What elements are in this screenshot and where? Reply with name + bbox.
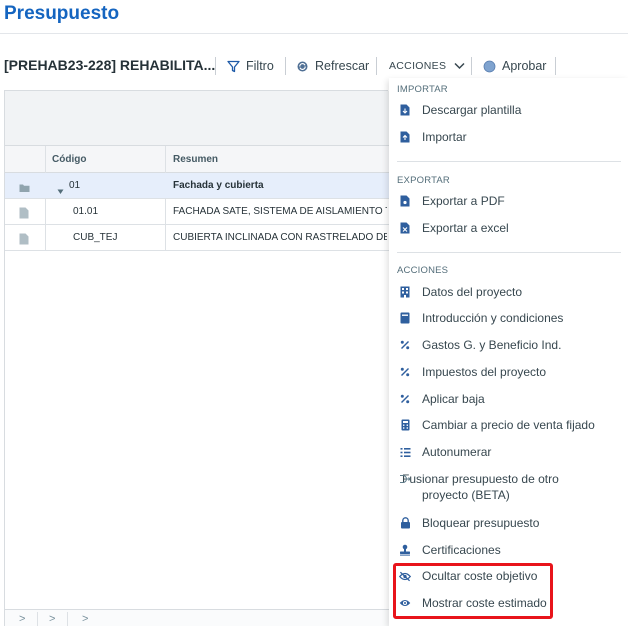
menu-item-cambiar-precio-venta[interactable]: Cambiar a precio de venta fijado [399, 417, 625, 433]
chevron-down-icon [454, 62, 465, 70]
toolbar-divider [215, 57, 216, 75]
column-header-summary[interactable]: Resumen [173, 154, 218, 165]
menu-item-datos-proyecto[interactable]: Datos del proyecto [399, 284, 625, 300]
page-title: Presupuesto [4, 3, 120, 24]
approve-button[interactable]: Aprobar [483, 56, 546, 76]
building-icon [399, 286, 411, 298]
toolbar-divider [555, 57, 556, 75]
calculator-icon [399, 419, 411, 431]
percent-icon [399, 393, 411, 405]
toolbar-divider [376, 57, 377, 75]
menu-item-impuestos-proyecto[interactable]: Impuestos del proyecto [399, 364, 625, 380]
table-row[interactable]: CUB_TEJ CUBIERTA INCLINADA CON RASTRELAD… [5, 225, 389, 251]
column-header-code[interactable]: Código [52, 154, 86, 165]
menu-item-exportar-excel[interactable]: Exportar a excel [399, 220, 625, 236]
menu-item-gastos-beneficio[interactable]: Gastos G. y Beneficio Ind. [399, 337, 625, 353]
merge-icon [399, 473, 411, 485]
refresh-button[interactable]: Refrescar [296, 56, 369, 76]
pager-next-button[interactable]: > [82, 613, 88, 625]
menu-section-acciones: ACCIONES [397, 265, 449, 276]
menu-divider [397, 161, 621, 162]
document-icon [19, 206, 30, 219]
row-summary: Fachada y cubierta [173, 180, 264, 191]
menu-item-importar[interactable]: Importar [399, 129, 625, 145]
menu-item-descargar-plantilla[interactable]: Descargar plantilla [399, 102, 625, 118]
menu-item-bloquear-presupuesto[interactable]: Bloquear presupuesto [399, 515, 625, 531]
menu-item-certificaciones[interactable]: Certificaciones [399, 542, 625, 558]
grid-pager: > > > [5, 609, 389, 626]
budget-grid: Código Resumen 01 Fachada y cubierta 01.… [4, 90, 389, 626]
toolbar-divider [285, 57, 286, 75]
file-excel-icon [399, 222, 411, 234]
file-import-icon [399, 131, 411, 143]
folder-icon [19, 180, 30, 192]
actions-menu: IMPORTAR Descargar plantilla Importar EX… [389, 78, 628, 626]
highlight-annotation-box [393, 563, 553, 619]
project-name: [PREHAB23-228] REHABILITA... [4, 57, 216, 73]
menu-section-importar: IMPORTAR [397, 84, 448, 95]
numbered-list-icon [399, 446, 411, 458]
pager-divider [67, 612, 68, 626]
notebook-icon [399, 312, 411, 324]
row-summary: CUBIERTA INCLINADA CON RASTRELADO DE M [173, 232, 387, 243]
row-code: 01 [69, 180, 81, 191]
row-code: 01.01 [73, 206, 99, 217]
percent-icon [399, 339, 411, 351]
percent-icon [399, 366, 411, 378]
approve-label: Aprobar [502, 59, 547, 73]
document-icon [19, 232, 30, 245]
menu-item-exportar-pdf[interactable]: Exportar a PDF [399, 193, 625, 209]
file-download-icon [399, 104, 411, 116]
table-row[interactable]: 01 Fachada y cubierta [5, 173, 389, 199]
approve-circle-icon [483, 60, 496, 73]
title-divider [0, 33, 628, 34]
filter-icon [227, 60, 240, 73]
toolbar: [PREHAB23-228] REHABILITA... Filtro Refr… [0, 53, 628, 79]
grid-header-band [5, 91, 389, 146]
menu-divider [397, 252, 621, 253]
grid-column-headers: Código Resumen [5, 146, 389, 173]
filter-label: Filtro [246, 59, 274, 73]
menu-section-exportar: EXPORTAR [397, 175, 450, 186]
actions-label: ACCIONES [389, 60, 447, 72]
toolbar-divider [471, 57, 472, 75]
menu-item-aplicar-baja[interactable]: Aplicar baja [399, 391, 625, 407]
menu-item-autonumerar[interactable]: Autonumerar [399, 444, 625, 460]
menu-item-introduccion-condiciones[interactable]: Introducción y condiciones [399, 310, 625, 326]
pager-next-button[interactable]: > [49, 613, 55, 625]
caret-down-icon[interactable] [57, 182, 64, 200]
row-summary: FACHADA SATE, SISTEMA DE AISLAMIENTO TE [173, 206, 387, 217]
row-code: CUB_TEJ [73, 232, 118, 243]
pager-next-button[interactable]: > [19, 613, 25, 625]
file-pdf-icon [399, 195, 411, 207]
table-row[interactable]: 01.01 FACHADA SATE, SISTEMA DE AISLAMIEN… [5, 199, 389, 225]
refresh-label: Refrescar [315, 59, 370, 73]
refresh-icon [296, 60, 309, 73]
menu-item-fusionar-presupuesto[interactable]: Fusionar presupuesto de otro proyecto (B… [399, 471, 589, 503]
lock-icon [399, 517, 411, 529]
filter-button[interactable]: Filtro [227, 56, 274, 76]
stamp-icon [399, 544, 411, 556]
pager-divider [37, 612, 38, 626]
actions-dropdown-button[interactable]: ACCIONES [389, 56, 465, 76]
